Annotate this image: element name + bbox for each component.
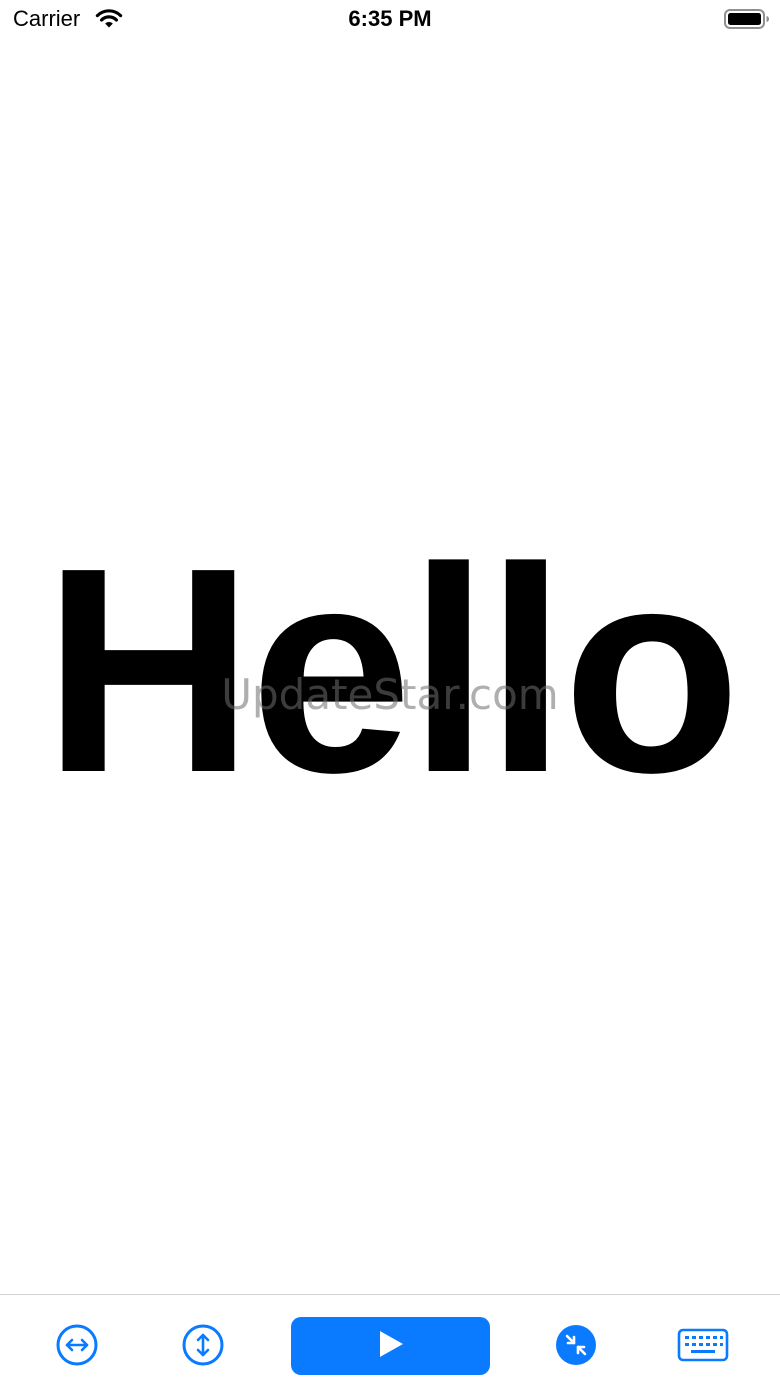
compress-arrows-circle-icon [554,1323,598,1367]
status-bar: Carrier 6:35 PM [0,0,780,40]
watermark: UpdateStar.com [221,670,559,719]
status-time: 6:35 PM [348,6,432,31]
keyboard-icon [677,1328,729,1362]
bottom-toolbar [0,1294,780,1388]
play-button[interactable] [291,1317,490,1375]
keyboard-button[interactable] [676,1323,730,1367]
horizontal-arrows-circle-icon [55,1323,99,1367]
fit-height-button[interactable] [181,1323,225,1367]
shrink-button[interactable] [554,1323,598,1367]
vertical-arrows-circle-icon [181,1323,225,1367]
fit-width-button[interactable] [55,1323,99,1367]
play-icon [378,1330,404,1363]
battery-icon [724,8,770,30]
